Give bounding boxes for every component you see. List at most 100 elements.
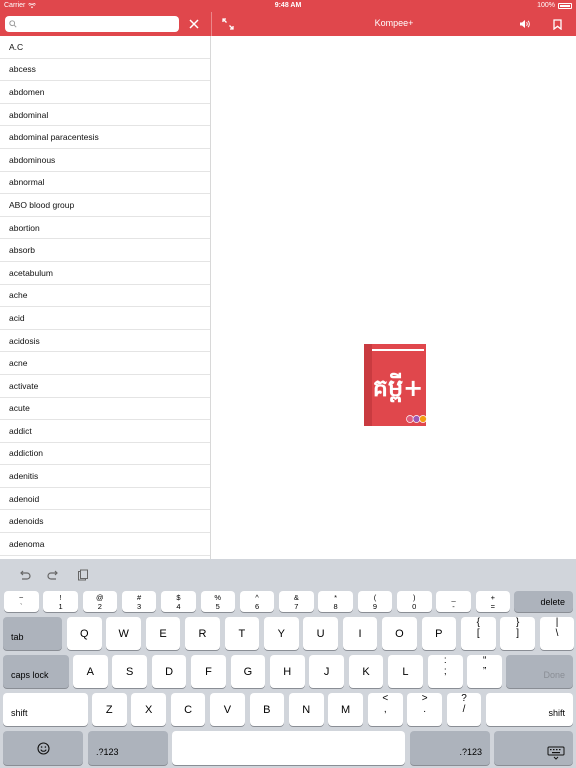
word-list-item[interactable]: adenitis — [0, 465, 210, 488]
clock: 9:48 AM — [274, 2, 302, 9]
key-j[interactable]: J — [309, 655, 344, 688]
delete-key[interactable]: delete — [514, 591, 573, 612]
redo-button[interactable] — [45, 568, 61, 582]
word-list-item[interactable]: abortion — [0, 217, 210, 240]
word-list-item[interactable]: A.C — [0, 36, 210, 59]
key-semicolon[interactable]: :; — [428, 655, 463, 688]
word-list-item[interactable]: abdomen — [0, 81, 210, 104]
key-=[interactable]: + = — [475, 591, 511, 612]
key-period[interactable]: >. — [407, 693, 442, 726]
caps-lock-key[interactable]: caps lock — [3, 655, 69, 688]
key-o[interactable]: O — [382, 617, 417, 650]
search-box[interactable] — [5, 16, 179, 32]
word-list-item[interactable]: abcess — [0, 59, 210, 82]
key-shift-symbol: ? — [461, 693, 467, 704]
numbers-key-right[interactable]: .?123 — [410, 731, 490, 765]
tab-key[interactable]: tab — [3, 617, 62, 650]
done-key[interactable]: Done — [506, 655, 573, 688]
key-f[interactable]: F — [191, 655, 226, 688]
paste-button[interactable] — [75, 568, 91, 582]
key-n[interactable]: N — [289, 693, 324, 726]
space-bar[interactable] — [172, 731, 405, 765]
key--[interactable]: _ - — [436, 591, 471, 612]
redo-icon — [46, 570, 58, 580]
key-g[interactable]: G — [230, 655, 266, 688]
word-list-item[interactable]: acid — [0, 307, 210, 330]
key-[[interactable]: {[ — [461, 617, 496, 650]
key-quote[interactable]: “” — [467, 655, 502, 688]
pronounce-button[interactable] — [516, 16, 534, 32]
key-\[interactable]: | \ — [539, 617, 575, 650]
key-a[interactable]: A — [73, 655, 108, 688]
key-2[interactable]: @2 — [82, 591, 118, 612]
word-list-item[interactable]: adenoid — [0, 488, 210, 511]
clear-search-button[interactable] — [186, 16, 202, 32]
key-i[interactable]: I — [342, 617, 378, 650]
word-list[interactable]: A.C abcess abdomen abdominal abdominal parac… — [0, 36, 211, 559]
key-r[interactable]: R — [185, 617, 220, 650]
key-b[interactable]: B — [249, 693, 285, 726]
key-0[interactable]: ) 0 — [397, 591, 432, 612]
word-list-item[interactable]: activate — [0, 375, 210, 398]
word-list-item[interactable]: ABO blood group — [0, 194, 210, 217]
key-l[interactable]: L — [388, 655, 423, 688]
word-list-item[interactable]: adenoids — [0, 510, 210, 534]
key-y[interactable]: Y — [264, 617, 299, 650]
word-list-item[interactable]: abdominous — [0, 149, 210, 172]
word-list-item[interactable]: acidosis — [0, 330, 210, 353]
key-w[interactable]: W — [106, 617, 141, 650]
on-screen-keyboard: ~ `! 1 @2 #3 $4% 5 ^ 6 & 7 * 8(9) 0 _ - + = delete tab Q W E R T… — [0, 559, 576, 768]
key-h[interactable]: H — [270, 655, 305, 688]
key-q[interactable]: Q — [67, 617, 102, 650]
word-list-item[interactable]: abnormal — [0, 172, 210, 195]
word-list-item[interactable]: acne — [0, 352, 210, 375]
key-x[interactable]: X — [131, 693, 166, 726]
key-s[interactable]: S — [112, 655, 147, 688]
word-list-item[interactable]: addiction — [0, 443, 210, 466]
key-v[interactable]: V — [210, 693, 245, 726]
key-k[interactable]: K — [348, 655, 384, 688]
key-c[interactable]: C — [170, 693, 206, 726]
key-6[interactable]: ^ 6 — [239, 591, 275, 612]
shift-left-key[interactable]: shift — [3, 693, 88, 726]
key-comma[interactable]: <, — [368, 693, 403, 726]
key-p[interactable]: P — [421, 617, 457, 650]
key-base-symbol: 7 — [294, 602, 299, 611]
undo-button[interactable] — [16, 568, 32, 582]
key-8[interactable]: * 8 — [318, 591, 353, 612]
key-1[interactable]: ! 1 — [43, 591, 78, 612]
shift-right-key[interactable]: shift — [486, 693, 573, 726]
key-shift-symbol: % — [214, 593, 222, 602]
key-d[interactable]: D — [151, 655, 187, 688]
search-input[interactable] — [20, 17, 170, 31]
key-m[interactable]: M — [328, 693, 363, 726]
emoji-key[interactable] — [3, 731, 83, 765]
key-z[interactable]: Z — [92, 693, 127, 726]
key-4[interactable]: $4 — [161, 591, 196, 612]
word-list-item[interactable]: acetabulum — [0, 262, 210, 285]
key-3[interactable]: #3 — [121, 591, 157, 612]
word-list-item[interactable]: abdominal paracentesis — [0, 126, 210, 149]
word-list-item[interactable]: addict — [0, 420, 210, 443]
key-5[interactable]: % 5 — [200, 591, 235, 612]
word-list-item[interactable]: abdominal — [0, 104, 210, 127]
key-u[interactable]: U — [303, 617, 338, 650]
key-slash[interactable]: ? / — [446, 693, 482, 726]
key-base-symbol: 6 — [254, 602, 260, 611]
key-][interactable]: }] — [500, 617, 535, 650]
key-shift-symbol: : — [443, 655, 447, 666]
word-list-item[interactable]: absorb — [0, 239, 210, 262]
key-t[interactable]: T — [224, 617, 260, 650]
key-9[interactable]: (9 — [357, 591, 393, 612]
key-base-symbol: 2 — [97, 602, 102, 611]
hide-keyboard-key[interactable] — [494, 731, 573, 765]
word-list-item[interactable]: acute — [0, 398, 210, 421]
key-e[interactable]: E — [145, 617, 181, 650]
word-list-item[interactable]: ache — [0, 285, 210, 308]
key-shift-symbol: > — [421, 693, 428, 704]
key-`[interactable]: ~ ` — [4, 591, 39, 612]
word-list-item[interactable]: adenoma — [0, 533, 210, 556]
bookmark-button[interactable] — [548, 16, 566, 32]
numbers-key-left[interactable]: .?123 — [88, 731, 168, 765]
key-7[interactable]: & 7 — [279, 591, 314, 612]
